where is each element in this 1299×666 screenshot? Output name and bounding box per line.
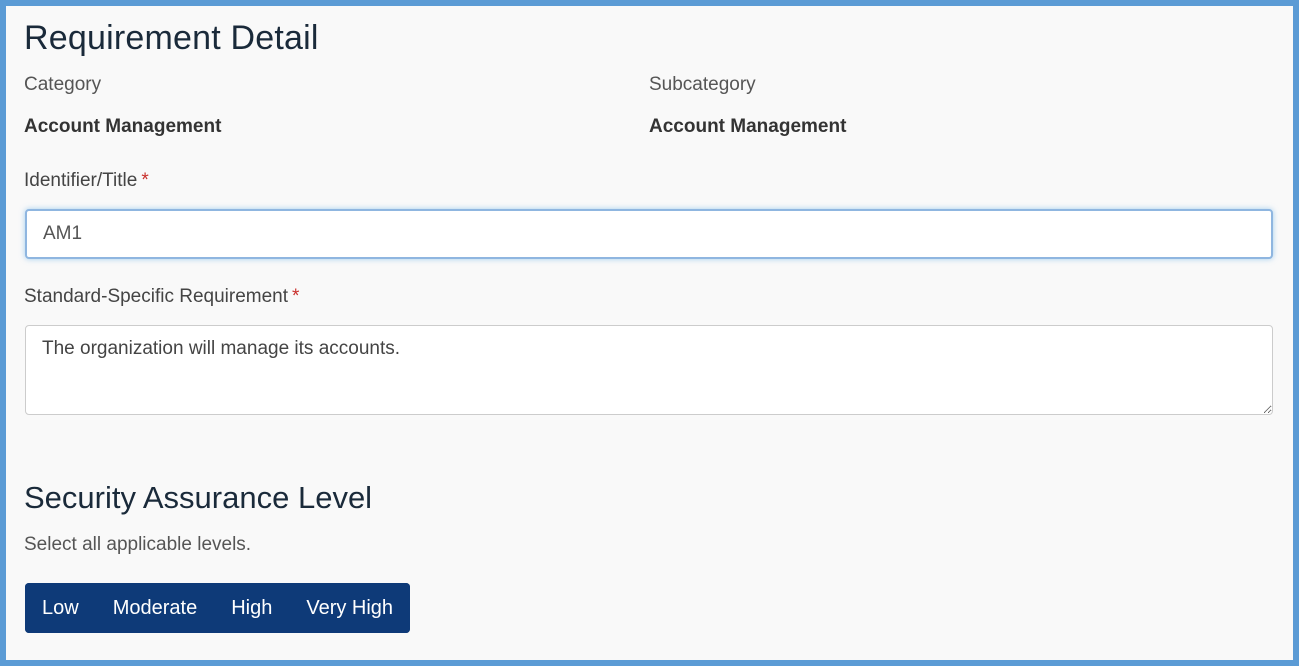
requirement-textarea[interactable]: The organization will manage its account… bbox=[25, 325, 1273, 415]
identifier-label: Identifier/Title * bbox=[24, 170, 149, 192]
subcategory-value: Account Management bbox=[649, 116, 847, 137]
requirement-detail-panel: Requirement Detail Category Account Mana… bbox=[24, 14, 1273, 633]
identifier-label-text: Identifier/Title bbox=[24, 170, 138, 191]
level-low-button[interactable]: Low bbox=[25, 583, 96, 633]
level-high-button[interactable]: High bbox=[214, 583, 290, 633]
level-moderate-button[interactable]: Moderate bbox=[95, 583, 215, 633]
assurance-hint: Select all applicable levels. bbox=[24, 534, 252, 555]
category-value: Account Management bbox=[24, 116, 222, 137]
category-row: Category Account Management Subcategory … bbox=[24, 62, 1265, 158]
required-marker: * bbox=[141, 170, 149, 191]
requirement-label-text: Standard-Specific Requirement bbox=[24, 286, 289, 307]
page-title: Requirement Detail bbox=[24, 19, 319, 57]
subcategory-label: Subcategory bbox=[649, 74, 756, 95]
assurance-level-button-group: Low Moderate High Very High bbox=[25, 583, 411, 633]
assurance-title: Security Assurance Level bbox=[24, 480, 373, 515]
level-very-high-button[interactable]: Very High bbox=[289, 583, 411, 633]
required-marker: * bbox=[292, 286, 300, 307]
category-label: Category bbox=[24, 74, 102, 95]
identifier-input[interactable] bbox=[25, 209, 1273, 259]
requirement-label: Standard-Specific Requirement * bbox=[24, 286, 299, 308]
page-frame: Requirement Detail Category Account Mana… bbox=[0, 0, 1299, 666]
